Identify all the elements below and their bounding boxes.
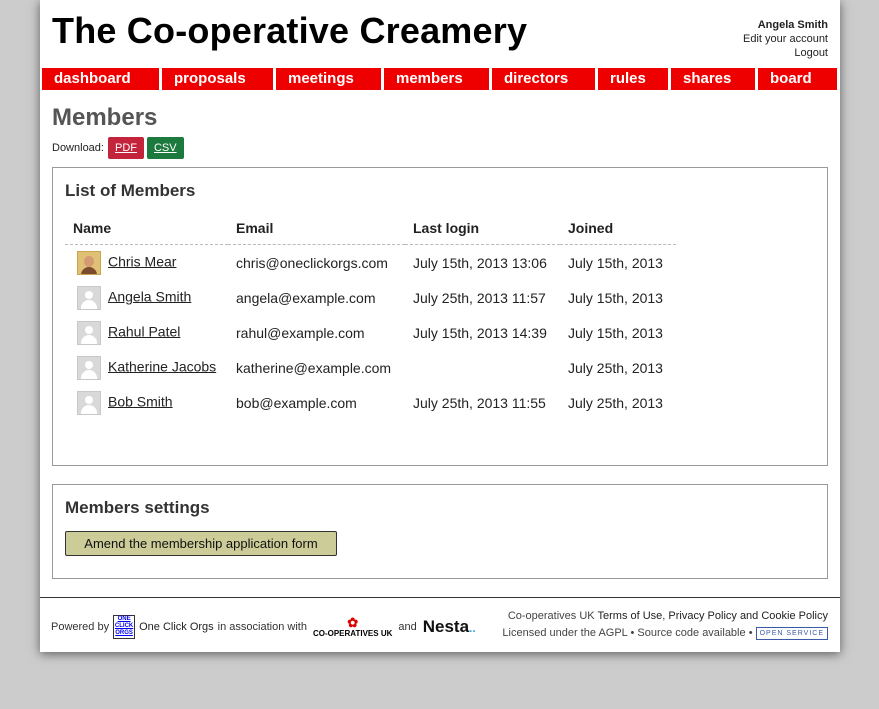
member-link[interactable]: Angela Smith	[108, 288, 191, 304]
cooperatives-swirl-icon: ✿	[347, 614, 359, 630]
user-box: Angela Smith Edit your account Logout	[743, 18, 828, 60]
association-label: in association with	[217, 621, 307, 633]
default-avatar-icon	[77, 320, 101, 345]
nav-tab-members[interactable]: members	[384, 68, 489, 90]
nesta-logo[interactable]: Nesta..	[423, 617, 476, 637]
member-last-login: July 15th, 2013 13:06	[413, 254, 547, 271]
column-header-email: Email	[228, 220, 405, 245]
member-email: katherine@example.com	[236, 359, 392, 376]
cooperatives-uk-link[interactable]: Co-operatives UK	[508, 610, 595, 622]
members-settings-panel: Members settings Amend the membership ap…	[52, 484, 828, 579]
table-row: Chris Mear chris@oneclickorgs.com July 1…	[65, 245, 676, 281]
table-row: Angela Smith angela@example.com July 25t…	[65, 280, 676, 315]
cooperatives-uk-logo-text: CO-OPERATIVES UK	[312, 628, 393, 638]
member-joined: July 25th, 2013	[568, 394, 663, 411]
default-avatar-icon	[77, 390, 101, 415]
member-link[interactable]: Bob Smith	[108, 393, 173, 409]
nesta-dots-icon: ..	[469, 621, 476, 635]
member-email: chris@oneclickorgs.com	[236, 254, 388, 271]
licensed-label: Licensed under the	[502, 627, 596, 639]
member-joined: July 15th, 2013	[568, 254, 663, 271]
nav-tab-shares[interactable]: shares	[671, 68, 755, 90]
site-title: The Co-operative Creamery	[52, 10, 528, 51]
member-name-cell: Angela Smith	[65, 280, 228, 315]
footer-divider	[40, 597, 840, 598]
one-click-orgs-link[interactable]: One Click Orgs	[139, 621, 214, 633]
member-name-cell: Katherine Jacobs	[65, 350, 228, 385]
member-avatar-photo	[77, 250, 101, 275]
edit-account-link[interactable]: Edit your account	[743, 32, 828, 46]
agpl-link[interactable]: AGPL	[598, 627, 627, 639]
member-joined: July 15th, 2013	[568, 324, 663, 341]
member-last-login: July 15th, 2013 14:39	[413, 324, 547, 341]
member-link[interactable]: Katherine Jacobs	[108, 358, 216, 374]
table-row: Bob Smith bob@example.com July 25th, 201…	[65, 385, 676, 420]
privacy-policy-link[interactable]: Privacy Policy and Cookie Policy	[668, 610, 828, 622]
download-csv-button[interactable]: CSV	[146, 137, 184, 159]
member-email: bob@example.com	[236, 394, 357, 411]
member-joined: July 15th, 2013	[568, 289, 663, 306]
member-last-login: July 25th, 2013 11:57	[413, 289, 546, 306]
user-name: Angela Smith	[757, 19, 828, 31]
members-list-heading: List of Members	[65, 181, 196, 200]
member-name-cell: Chris Mear	[65, 245, 228, 281]
column-header-name: Name	[65, 220, 228, 245]
member-email: angela@example.com	[236, 289, 376, 306]
member-name-cell: Rahul Patel	[65, 315, 228, 350]
page-heading: Members	[52, 104, 158, 131]
nav-tab-rules[interactable]: rules	[598, 68, 668, 90]
column-header-last-login: Last login	[405, 220, 560, 245]
member-last-login: July 25th, 2013 11:55	[413, 394, 546, 411]
footer-legal-line-2: Licensed under the AGPL • Source code av…	[502, 625, 828, 642]
nav-tab-board[interactable]: board	[758, 68, 837, 90]
nav-tab-proposals[interactable]: proposals	[162, 68, 273, 90]
amend-application-form-button[interactable]: Amend the membership application form	[65, 531, 337, 556]
nav-tab-directors[interactable]: directors	[492, 68, 595, 90]
open-service-badge[interactable]: OPEN SERVICE	[755, 626, 828, 640]
table-row: Katherine Jacobs katherine@example.com J…	[65, 350, 676, 385]
member-last-login	[405, 350, 560, 385]
one-click-orgs-logo[interactable]: ONE CLICK ORGS	[113, 615, 136, 639]
members-table: Name Email Last login Joined Chris Mear …	[65, 220, 676, 420]
cooperatives-uk-logo[interactable]: ✿ CO-OPERATIVES UK	[312, 614, 393, 638]
download-pdf-button[interactable]: PDF	[107, 137, 144, 159]
member-link[interactable]: Rahul Patel	[108, 323, 180, 339]
logout-link[interactable]: Logout	[743, 46, 828, 60]
page-container: The Co-operative Creamery Angela Smith E…	[40, 0, 840, 652]
default-avatar-icon	[77, 285, 101, 310]
member-joined: July 25th, 2013	[568, 359, 663, 376]
members-settings-heading: Members settings	[65, 498, 210, 517]
source-code-link[interactable]: Source code available	[637, 627, 745, 639]
table-row: Rahul Patel rahul@example.com July 15th,…	[65, 315, 676, 350]
footer-legal: Co-operatives UK Terms of Use, Privacy P…	[502, 608, 828, 642]
nesta-logo-text: Nesta	[422, 617, 470, 636]
powered-by-label: Powered by	[51, 621, 110, 633]
members-list-panel: List of Members Name Email Last login Jo…	[52, 167, 828, 466]
nav-tab-meetings[interactable]: meetings	[276, 68, 381, 90]
download-label: Download:	[52, 142, 104, 154]
default-avatar-icon	[77, 355, 101, 380]
nav-tab-dashboard[interactable]: dashboard	[42, 68, 159, 90]
column-header-joined: Joined	[560, 220, 676, 245]
footer-legal-line-1: Co-operatives UK Terms of Use, Privacy P…	[507, 610, 828, 622]
terms-of-use-link[interactable]: Terms of Use	[598, 610, 663, 622]
table-header-row: Name Email Last login Joined	[65, 220, 676, 245]
main-nav: dashboard proposals meetings members dir…	[42, 68, 840, 90]
member-link[interactable]: Chris Mear	[108, 253, 176, 269]
footer-credits: Powered by ONE CLICK ORGS One Click Orgs…	[51, 612, 476, 642]
download-row: Download: PDF CSV	[52, 137, 184, 159]
member-email: rahul@example.com	[236, 324, 365, 341]
and-label: and	[398, 621, 417, 633]
member-name-cell: Bob Smith	[65, 385, 228, 420]
